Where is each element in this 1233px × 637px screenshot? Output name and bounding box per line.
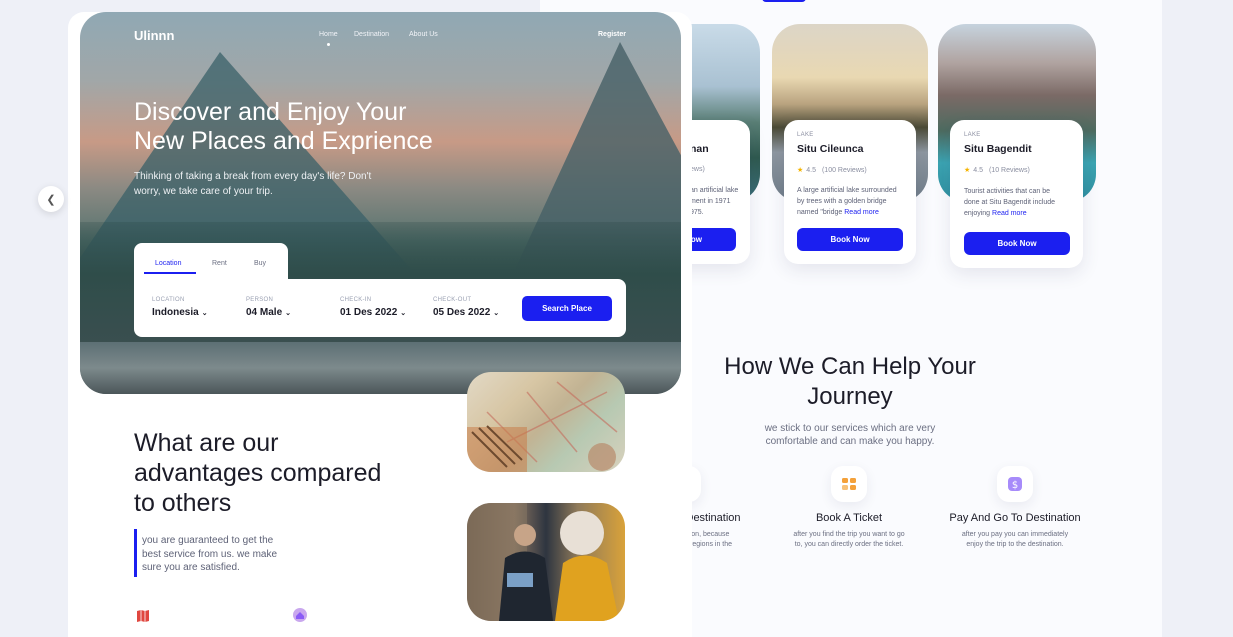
card-description: A large artificial lake surrounded by tr… <box>797 187 897 216</box>
star-icon: ★ <box>964 167 971 174</box>
destination-card-situ-cileunca[interactable]: LAKE Situ Cileunca ★ 4.5 (100 Reviews) A … <box>784 120 916 264</box>
card-category: LAKE <box>964 132 981 138</box>
nav-home[interactable]: Home <box>319 31 338 38</box>
help-section-title: How We Can Help Your Journey <box>724 353 976 410</box>
travelers-photo <box>467 503 625 621</box>
tab-buy[interactable]: Buy <box>254 260 266 267</box>
chevron-left-icon: ❮ <box>46 193 56 206</box>
check-out-field[interactable]: CHECK-OUT 05 Des 2022 ⌄ <box>433 297 499 318</box>
nav-about-us[interactable]: About Us <box>409 31 438 38</box>
service-title: Pay And Go To Destination <box>949 512 1081 524</box>
book-now-button[interactable]: Book Now <box>797 228 903 251</box>
book-now-button[interactable]: Book Now <box>964 232 1070 255</box>
svg-text:$: $ <box>1012 480 1018 491</box>
chevron-down-icon: ⌄ <box>493 310 500 317</box>
carousel-prev-button[interactable]: ❮ <box>38 186 64 212</box>
register-button[interactable]: Register <box>598 31 626 38</box>
card-description: an artificial lake ment in 1971 975. <box>690 187 739 216</box>
active-tab-indicator <box>144 272 196 274</box>
nav-active-indicator <box>327 43 330 46</box>
location-field[interactable]: LOCATION Indonesia ⌄ <box>152 297 208 318</box>
advantages-title: What are our advantages compared to othe… <box>134 429 382 517</box>
hero-subtitle: Thinking of taking a break from every da… <box>134 171 372 197</box>
help-section-subtitle: we stick to our services which are very … <box>764 423 936 447</box>
tab-rent[interactable]: Rent <box>212 260 227 267</box>
service-title: l Destination <box>680 512 741 524</box>
brand-logo[interactable]: Ulinnn <box>134 28 174 43</box>
card-rating: ★ 4.5 (100 Reviews) <box>797 167 867 174</box>
card-reviews: ews) <box>690 166 705 173</box>
card-title: Situ Bagendit <box>964 143 1032 155</box>
search-place-button[interactable]: Search Place <box>522 296 612 321</box>
service-description: after you pay you can immediately enjoy … <box>961 531 1069 548</box>
hero-title: Discover and Enjoy Your New Places and E… <box>134 98 433 155</box>
map-photo <box>467 372 625 472</box>
service-description: after you find the trip you want to go t… <box>793 531 905 548</box>
card-title: Situ Cileunca <box>797 143 864 155</box>
ticket-icon <box>831 466 867 502</box>
card-title: nan <box>690 143 709 155</box>
card-description: Tourist activities that can be done at S… <box>964 188 1056 217</box>
person-field[interactable]: PERSON 04 Male ⌄ <box>246 297 291 318</box>
advantages-text: you are guaranteed to get the best servi… <box>142 535 278 573</box>
card-rating: ★ 4.5 (10 Reviews) <box>964 167 1030 174</box>
check-in-field[interactable]: CHECK-IN 01 Des 2022 ⌄ <box>340 297 406 318</box>
chevron-down-icon: ⌄ <box>201 310 208 317</box>
chevron-down-icon: ⌄ <box>285 310 292 317</box>
chevron-down-icon: ⌄ <box>400 310 407 317</box>
top-button-edge[interactable] <box>762 0 806 2</box>
accent-bar <box>134 529 137 577</box>
service-description: nation, because regions in the <box>680 531 733 548</box>
nav-destination[interactable]: Destination <box>354 31 389 38</box>
read-more-link[interactable]: Read more <box>992 210 1027 217</box>
card-category: LAKE <box>797 132 814 138</box>
destination-card-situ-bagendit[interactable]: LAKE Situ Bagendit ★ 4.5 (10 Reviews) Tou… <box>950 120 1083 268</box>
tab-location[interactable]: Location <box>155 260 181 267</box>
read-more-link[interactable]: Read more <box>844 209 879 216</box>
map-icon <box>135 608 151 624</box>
service-title: Book A Ticket <box>815 512 883 524</box>
star-icon: ★ <box>797 167 804 174</box>
dollar-icon: $ <box>997 466 1033 502</box>
home-icon <box>292 607 308 623</box>
